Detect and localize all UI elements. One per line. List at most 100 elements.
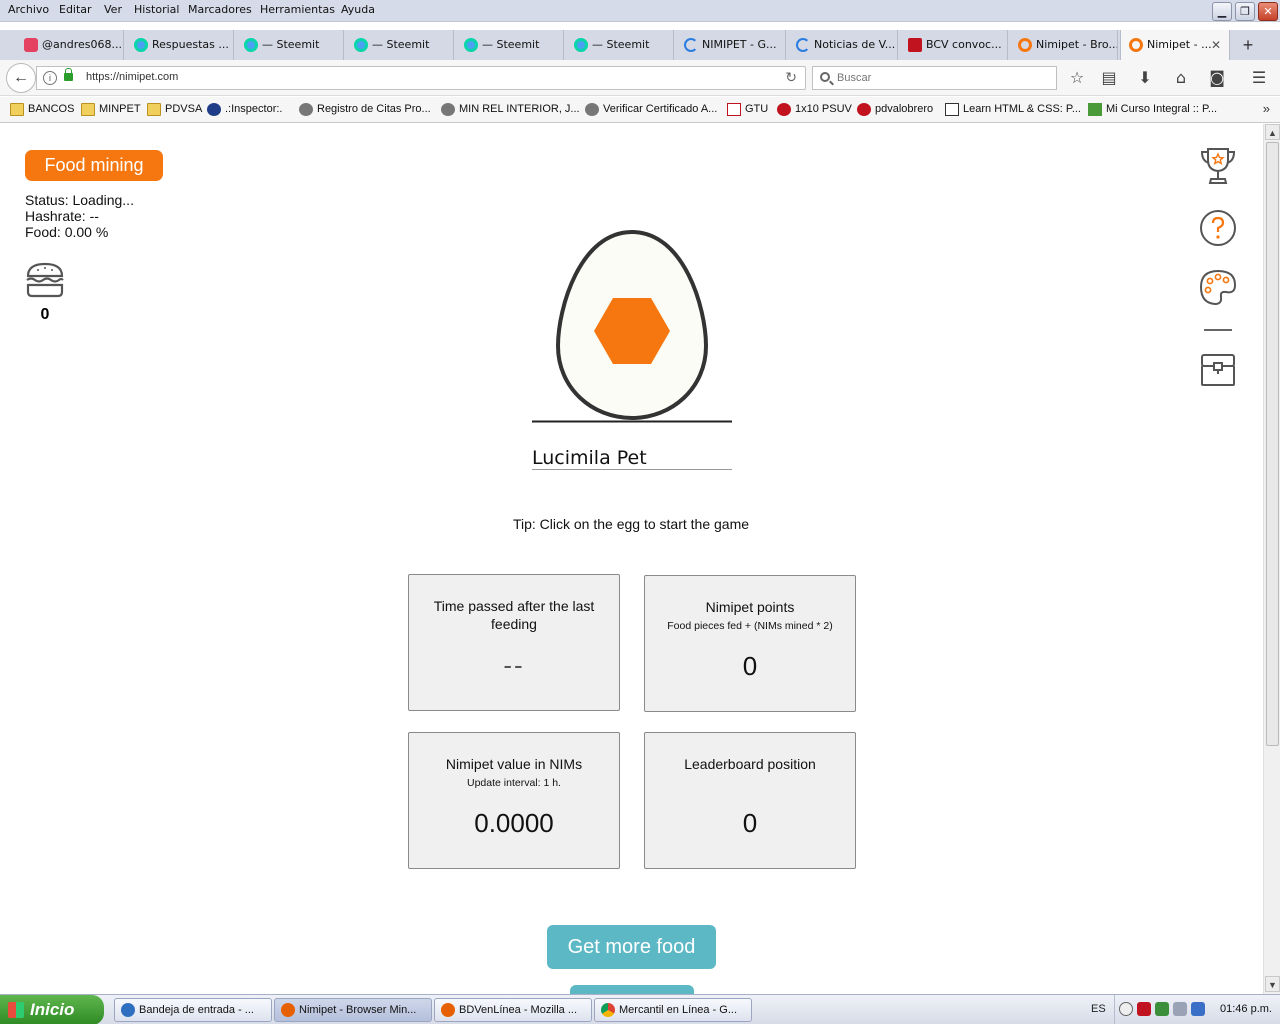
food-mining-button[interactable]: Food mining — [25, 150, 163, 181]
get-more-food-button[interactable]: Get more food — [547, 925, 716, 969]
menu-marcadores[interactable]: Marcadores — [188, 3, 252, 16]
folder-icon — [147, 103, 161, 116]
start-label: Inicio — [30, 1000, 75, 1019]
bookmark-min-rel-interior[interactable]: MIN REL INTERIOR, J... — [441, 103, 580, 116]
minimize-button[interactable]: ▁ — [1212, 2, 1232, 21]
address-bar[interactable]: i https://nimipet.com ↻ — [36, 66, 806, 90]
reload-icon[interactable]: ↻ — [785, 69, 797, 86]
steemit-icon — [574, 38, 588, 52]
chest-icon[interactable] — [1199, 350, 1237, 390]
bookmark-inspector[interactable]: .:Inspector:. — [207, 103, 282, 116]
tab-label: — Steemit — [482, 38, 540, 51]
tab-steemit[interactable]: — Steemit — [456, 30, 564, 60]
menu-herramientas[interactable]: Herramientas — [260, 3, 335, 16]
tab-label: BCV convoc... — [926, 38, 1002, 51]
tab-label: Noticias de V... — [814, 38, 896, 51]
back-button[interactable]: ← — [6, 63, 36, 93]
card-nimipet-value: Nimipet value in NIMs Update interval: 1… — [408, 732, 620, 869]
menu-ayuda[interactable]: Ayuda — [341, 3, 375, 16]
scroll-down-icon[interactable]: ▼ — [1265, 976, 1280, 992]
scrollbar-thumb[interactable] — [1266, 142, 1279, 746]
pet-name-field[interactable]: Lucimila Pet — [532, 446, 732, 470]
search-input[interactable] — [837, 70, 1047, 86]
tab-instagram[interactable]: @andres068... — [16, 30, 124, 60]
bcv-icon — [908, 38, 922, 52]
tab-bcv[interactable]: BCV convoc... — [900, 30, 1008, 60]
task-firefox-nimipet[interactable]: Nimipet - Browser Min... — [274, 998, 432, 1022]
tab-strip: @andres068... Respuestas ... — Steemit —… — [0, 30, 1280, 60]
trophy-icon[interactable] — [1199, 146, 1237, 186]
hamburger-menu-icon[interactable]: ☰ — [1249, 68, 1269, 88]
bookmark-pdvalobrero[interactable]: pdvalobrero — [857, 103, 933, 116]
task-chrome-mercantil[interactable]: Mercantil en Línea - G... — [594, 998, 752, 1022]
tab-steemit[interactable]: — Steemit — [566, 30, 674, 60]
search-box[interactable] — [812, 66, 1057, 90]
bookmark-label: 1x10 PSUV — [795, 103, 852, 115]
home-icon[interactable]: ⌂ — [1171, 68, 1191, 88]
search-icon — [820, 72, 830, 82]
language-indicator[interactable]: ES — [1091, 1003, 1106, 1015]
tab-steemit-respuestas[interactable]: Respuestas ... — [126, 30, 234, 60]
bookmark-verificar-certificado[interactable]: Verificar Certificado A... — [585, 103, 717, 116]
menu-archivo[interactable]: Archivo — [8, 3, 49, 16]
palette-icon[interactable] — [1199, 268, 1237, 308]
bookmark-star-icon[interactable]: ☆ — [1067, 68, 1087, 88]
close-tab-icon[interactable]: ✕ — [1211, 30, 1221, 60]
page-viewport: Food mining Status: Loading... Hashrate:… — [0, 124, 1262, 994]
pocket-icon[interactable]: ◙ — [1207, 68, 1227, 88]
chrome-icon — [601, 1003, 615, 1017]
antivirus-icon[interactable] — [1137, 1002, 1151, 1016]
help-icon[interactable] — [1199, 208, 1237, 248]
menu-ver[interactable]: Ver — [104, 3, 122, 16]
scroll-up-icon[interactable]: ▲ — [1265, 124, 1280, 140]
card-subtitle: Update interval: 1 h. — [467, 777, 561, 789]
sync-icon[interactable] — [1191, 1002, 1205, 1016]
partially-visible-button[interactable] — [570, 985, 694, 994]
task-thunderbird[interactable]: Bandeja de entrada - ... — [114, 998, 272, 1022]
tab-steemit[interactable]: — Steemit — [346, 30, 454, 60]
bookmark-minpet[interactable]: MINPET — [81, 103, 141, 116]
bookmark-gtu[interactable]: GTU — [727, 103, 768, 116]
bookmark-label: MINPET — [99, 103, 141, 115]
bookmark-learn-html[interactable]: Learn HTML & CSS: P... — [945, 103, 1081, 116]
reading-list-icon[interactable]: ▤ — [1099, 68, 1119, 88]
info-icon[interactable]: i — [43, 71, 57, 85]
nimipet-icon — [1129, 38, 1143, 52]
bookmark-psuv[interactable]: 1x10 PSUV — [777, 103, 852, 116]
tab-label: Nimipet - ... — [1147, 38, 1212, 51]
start-button[interactable]: Inicio — [0, 995, 104, 1024]
tab-nimipet-google[interactable]: NIMIPET - G... — [676, 30, 786, 60]
menu-historial[interactable]: Historial — [134, 3, 179, 16]
firefox-icon — [281, 1003, 295, 1017]
card-title: Leaderboard position — [684, 756, 816, 772]
bookmark-mi-curso[interactable]: Mi Curso Integral :: P... — [1088, 103, 1217, 116]
chevron-left-icon[interactable] — [1119, 1002, 1133, 1016]
bookmark-label: Registro de Citas Pro... — [317, 103, 431, 115]
task-firefox-bdv[interactable]: BDVenLínea - Mozilla ... — [434, 998, 592, 1022]
tab-steemit[interactable]: — Steemit — [236, 30, 344, 60]
chevron-right-icon[interactable]: » — [1263, 101, 1270, 116]
tab-label: — Steemit — [262, 38, 320, 51]
tab-nimipet-active[interactable]: Nimipet - ... ✕ — [1120, 30, 1230, 60]
bookmark-label: Learn HTML & CSS: P... — [963, 103, 1081, 115]
tab-noticias[interactable]: Noticias de V... — [788, 30, 898, 60]
card-value: 0 — [742, 808, 758, 838]
vertical-scrollbar[interactable]: ▲ ▼ — [1263, 124, 1280, 994]
new-tab-button[interactable]: + — [1238, 30, 1258, 60]
tab-nimipet-browser[interactable]: Nimipet - Bro... — [1010, 30, 1118, 60]
download-icon[interactable]: ⬇ — [1135, 68, 1155, 88]
security-icon[interactable] — [1173, 1002, 1187, 1016]
close-window-button[interactable]: ✕ — [1258, 2, 1278, 21]
globe-icon — [585, 103, 599, 116]
bookmark-bancos[interactable]: BANCOS — [10, 103, 74, 116]
bookmark-registro-citas[interactable]: Registro de Citas Pro... — [299, 103, 431, 116]
restore-button[interactable]: ❐ — [1235, 2, 1255, 21]
egg-image[interactable] — [532, 228, 732, 424]
bookmark-pdvsa[interactable]: PDVSA — [147, 103, 202, 116]
network-icon[interactable] — [1155, 1002, 1169, 1016]
url-text[interactable]: https://nimipet.com — [86, 71, 178, 83]
menu-editar[interactable]: Editar — [59, 3, 92, 16]
arrow-left-icon: ← — [13, 69, 29, 86]
tab-label: — Steemit — [592, 38, 650, 51]
steemit-icon — [134, 38, 148, 52]
